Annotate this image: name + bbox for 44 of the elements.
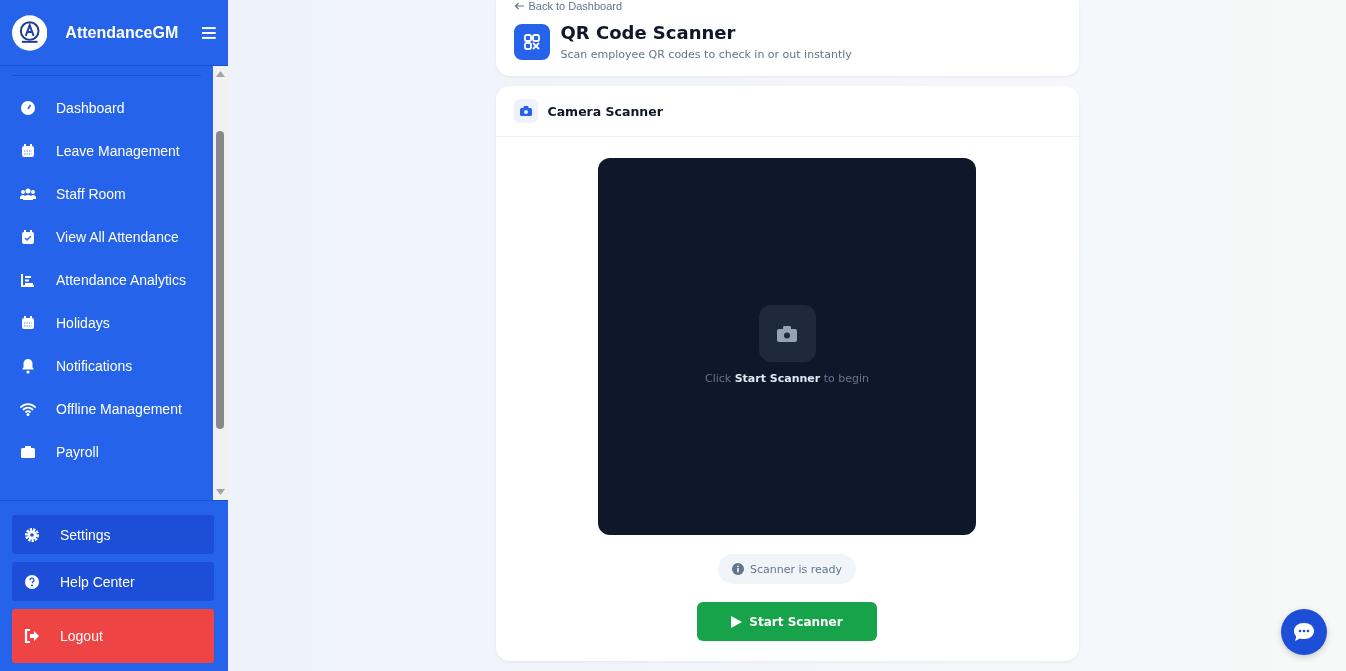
help-icon (24, 573, 40, 590)
logout-button[interactable]: Logout (12, 609, 214, 663)
nav-item[interactable]: Holidays (12, 301, 213, 344)
bar-chart-icon (20, 271, 36, 288)
logout-icon (24, 628, 40, 644)
calendar-icon (20, 314, 36, 331)
chat-bubble-icon (1293, 622, 1315, 642)
camera-icon (758, 305, 816, 362)
scroll-up-arrow-icon[interactable] (216, 71, 225, 77)
card-title: Camera Scanner (547, 103, 663, 119)
page-title: QR Code Scanner (560, 22, 737, 43)
nav-item[interactable]: Offline Management (12, 387, 213, 430)
scroll-down-arrow-icon[interactable] (216, 489, 225, 495)
info-icon (731, 563, 744, 575)
arrow-left-icon (513, 2, 524, 10)
play-icon (731, 615, 743, 628)
nav-item[interactable]: Attendance Analytics (12, 258, 213, 301)
chat-button[interactable] (1281, 609, 1327, 655)
qr-code-icon (513, 23, 550, 60)
scanner-prompt: Click Start Scanner to begin (704, 372, 869, 385)
camera-icon (513, 99, 538, 123)
scrollbar[interactable] (213, 66, 228, 500)
app-name: AttendanceGM (65, 23, 179, 42)
start-scanner-button[interactable]: Start Scanner (697, 602, 877, 641)
status-text: Scanner is ready (749, 562, 843, 576)
nav-item[interactable]: Staff Room (12, 172, 213, 215)
bell-icon (20, 357, 36, 374)
nav-item[interactable]: Notifications (12, 344, 213, 387)
dashboard-gauge-icon (20, 99, 36, 116)
menu-icon[interactable] (202, 26, 216, 39)
briefcase-icon (20, 443, 36, 460)
nav-item[interactable]: Leave Management (12, 129, 213, 172)
nav-item[interactable]: View All Attendance (12, 215, 213, 258)
page-subtitle: Scan employee QR codes to check in or out instantly (560, 48, 852, 61)
nav-item[interactable]: Dashboard (12, 86, 213, 129)
logo-icon (12, 14, 48, 51)
back-link[interactable]: Back to Dashboard (513, 0, 623, 12)
calendar-icon (20, 142, 36, 159)
wifi-icon (20, 400, 36, 417)
nav-item[interactable]: Payroll (12, 430, 213, 473)
settings-icon (24, 526, 40, 543)
sidebar-button[interactable]: Settings (12, 515, 214, 554)
calendar-check-icon (20, 228, 36, 245)
sidebar-button[interactable]: Help Center (12, 562, 214, 601)
